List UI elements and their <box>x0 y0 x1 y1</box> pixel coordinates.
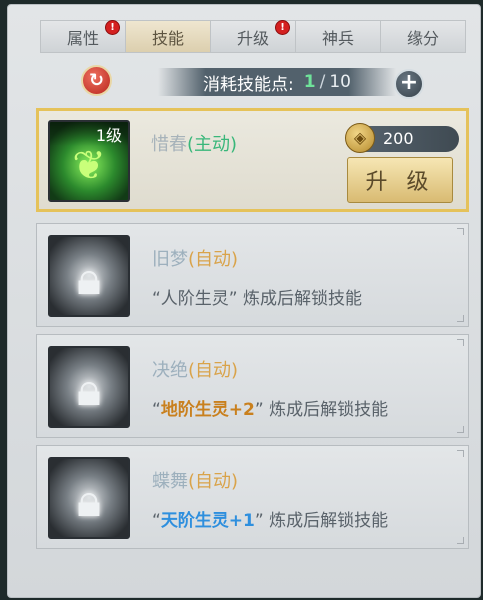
lock-icon: 🔒︎ <box>76 472 102 527</box>
skill-panel: 属性 ! 技能 升级 ! 神兵 缘分 ↻ 消耗技能点: 1 / 10 + ❦ 1… <box>7 4 481 598</box>
corner-ornament <box>457 315 464 322</box>
unlock-highlight: 地阶生灵+2 <box>160 400 255 420</box>
unlock-condition: “人阶生灵” 炼成后解锁技能 <box>152 284 362 309</box>
lock-icon: 🔒︎ <box>76 361 102 416</box>
tab-attributes[interactable]: 属性 ! <box>41 20 126 52</box>
skill-points-bar: 消耗技能点: 1 / 10 <box>158 68 396 96</box>
unlock-condition: “天阶生灵+1” 炼成后解锁技能 <box>152 506 388 531</box>
skill-card-jiumeng[interactable]: 🔒︎ 旧梦(自动) “人阶生灵” 炼成后解锁技能 <box>36 223 469 327</box>
skill-title: 决绝 <box>152 360 188 381</box>
upgrade-cost: ◈ 200 <box>345 123 459 153</box>
skill-title: 蝶舞 <box>152 471 188 492</box>
unlock-pre: “ <box>152 400 161 420</box>
tab-label: 缘分 <box>406 28 439 48</box>
unlock-pre: “人阶生灵” <box>152 289 238 309</box>
points-current: 1 <box>303 72 316 92</box>
skill-type: (自动) <box>188 471 239 492</box>
corner-ornament <box>457 537 464 544</box>
plus-icon[interactable]: + <box>394 69 424 99</box>
skill-title: 惜春 <box>151 134 187 155</box>
skill-name: 旧梦(自动) <box>152 245 238 271</box>
corner-ornament <box>457 228 464 235</box>
tab-skills[interactable]: 技能 <box>126 21 211 52</box>
corner-ornament <box>457 426 464 433</box>
tab-label: 升级 <box>236 28 269 48</box>
skill-card-juejue[interactable]: 🔒︎ 决绝(自动) “地阶生灵+2” 炼成后解锁技能 <box>36 334 469 438</box>
refresh-icon[interactable]: ↻ <box>81 65 112 96</box>
skill-name: 决绝(自动) <box>152 356 238 382</box>
skill-type: (自动) <box>188 249 239 270</box>
locked-skill-icon: 🔒︎ <box>48 457 130 539</box>
coin-icon: ◈ <box>345 123 375 153</box>
corner-ornament <box>457 339 464 346</box>
skill-type: (自动) <box>188 360 239 381</box>
skill-title: 旧梦 <box>152 249 188 270</box>
tab-bar: 属性 ! 技能 升级 ! 神兵 缘分 <box>40 20 466 53</box>
cost-value: 200 <box>383 129 414 148</box>
skill-card-xichun[interactable]: ❦ 1级 惜春(主动) ◈ 200 升 级 <box>36 108 469 212</box>
tab-label: 属性 <box>66 28 99 48</box>
points-label: 消耗技能点: <box>203 74 294 95</box>
leaf-icon: ❦ <box>72 142 106 189</box>
skill-name: 惜春(主动) <box>151 130 237 156</box>
unlock-pre: “ <box>152 511 161 531</box>
tab-upgrade[interactable]: 升级 ! <box>211 20 296 52</box>
alert-icon: ! <box>105 20 120 35</box>
unlock-highlight: 天阶生灵+1 <box>160 511 255 531</box>
locked-skill-icon: 🔒︎ <box>48 235 130 317</box>
leaf-skill-icon: ❦ 1级 <box>48 120 130 202</box>
corner-ornament <box>457 450 464 457</box>
tab-label: 技能 <box>151 28 184 48</box>
unlock-post: ” 炼成后解锁技能 <box>254 511 389 531</box>
skill-card-diewu[interactable]: 🔒︎ 蝶舞(自动) “天阶生灵+1” 炼成后解锁技能 <box>36 445 469 549</box>
skill-name: 蝶舞(自动) <box>152 467 238 493</box>
alert-icon: ! <box>275 20 290 35</box>
lock-icon: 🔒︎ <box>76 250 102 305</box>
unlock-post: 炼成后解锁技能 <box>237 289 363 309</box>
tab-divine-weapon[interactable]: 神兵 <box>296 21 381 52</box>
locked-skill-icon: 🔒︎ <box>48 346 130 428</box>
unlock-post: ” 炼成后解锁技能 <box>254 400 389 420</box>
tab-label: 神兵 <box>321 28 354 48</box>
skill-type: (主动) <box>187 134 238 155</box>
unlock-condition: “地阶生灵+2” 炼成后解锁技能 <box>152 395 388 420</box>
points-max: 10 <box>329 72 351 92</box>
upgrade-button[interactable]: 升 级 <box>347 157 453 203</box>
points-separator: / <box>319 72 326 92</box>
tab-affinity[interactable]: 缘分 <box>381 21 465 52</box>
skill-level: 1级 <box>50 122 128 146</box>
